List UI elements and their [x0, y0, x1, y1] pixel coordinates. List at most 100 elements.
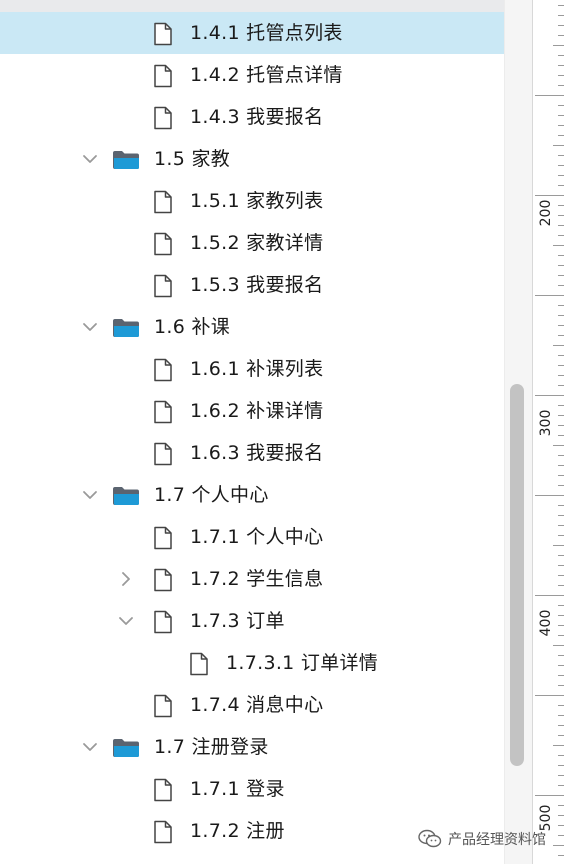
- tree-item-label: 1.6.1 补课列表: [190, 358, 324, 380]
- tree-item-label: 1.5.1 家教列表: [190, 190, 324, 212]
- folder-icon: [112, 318, 140, 338]
- tree-page-row[interactable]: 1.5.1 家教列表: [0, 180, 504, 222]
- tree-page-row[interactable]: 1.7.1 个人中心: [0, 516, 504, 558]
- tree-item-label: 1.6.3 我要报名: [190, 442, 324, 464]
- tree-page-row[interactable]: 1.6.1 补课列表: [0, 348, 504, 390]
- ruler-tick: [553, 245, 564, 246]
- tree-page-row[interactable]: 1.6.2 补课详情: [0, 390, 504, 432]
- page-icon: [153, 694, 173, 718]
- tree-item-label: 1.7.2 学生信息: [190, 568, 324, 590]
- page-icon: [153, 820, 173, 844]
- ruler-tick: [558, 55, 564, 56]
- ruler-tick: [558, 175, 564, 176]
- tree-item-label: 1.7 个人中心: [154, 484, 269, 506]
- ruler-tick: [558, 255, 564, 256]
- ruler-tick: [558, 355, 564, 356]
- tree-page-row[interactable]: 1.7.2 学生信息: [0, 558, 504, 600]
- page-icon: [153, 568, 173, 592]
- ruler-tick: [558, 715, 564, 716]
- folder-icon: [112, 486, 140, 506]
- page-tree-panel: 1.4.1 托管点列表 1.4.2 托管点详情 1.4.3 我要报名 1.5 家教 1.…: [0, 0, 504, 864]
- ruler-tick: [553, 545, 564, 546]
- tree-page-row[interactable]: 1.4.3 我要报名: [0, 96, 504, 138]
- ruler-tick: [558, 25, 564, 26]
- ruler-tick: [558, 235, 564, 236]
- ruler-label-300: 300: [538, 409, 554, 437]
- panel-top-edge: [0, 0, 504, 12]
- scrollbar-thumb[interactable]: [510, 384, 524, 766]
- tree-page-row[interactable]: 1.5.2 家教详情: [0, 222, 504, 264]
- ruler-tick: [558, 735, 564, 736]
- ruler-tick: [558, 265, 564, 266]
- tree-page-row[interactable]: 1.7.1 登录: [0, 768, 504, 810]
- ruler-tick: [558, 115, 564, 116]
- tree-item-label: 1.6.2 补课详情: [190, 400, 324, 422]
- page-icon: [153, 190, 173, 214]
- tree-item-label: 1.5 家教: [154, 148, 231, 170]
- tree-page-row[interactable]: 1.6.3 我要报名: [0, 432, 504, 474]
- tree-page-row[interactable]: 1.4.1 托管点列表: [0, 12, 504, 54]
- tree-item-label: 1.7 注册登录: [154, 736, 269, 758]
- ruler-tick: [558, 85, 564, 86]
- ruler-tick: [558, 385, 564, 386]
- tree-item-label: 1.7.4 消息中心: [190, 694, 324, 716]
- tree-folder-row[interactable]: 1.7 个人中心: [0, 474, 504, 516]
- wechat-icon: [418, 829, 442, 848]
- ruler-tick: [553, 845, 564, 846]
- tree-item-label: 1.5.3 我要报名: [190, 274, 324, 296]
- tree-item-label: 1.5.2 家教详情: [190, 232, 324, 254]
- folder-icon: [112, 738, 140, 758]
- ruler-tick: [558, 275, 564, 276]
- ruler-tick: [558, 775, 564, 776]
- tree-page-row[interactable]: 1.7.3.1 订单详情: [0, 642, 504, 684]
- ruler-tick: [558, 285, 564, 286]
- ruler-tick: [558, 755, 564, 756]
- watermark: 产品经理资料馆: [418, 826, 546, 852]
- ruler-tick: [558, 655, 564, 656]
- ruler-tick: [558, 585, 564, 586]
- tree-page-row[interactable]: 1.5.3 我要报名: [0, 264, 504, 306]
- ruler-tick: [558, 665, 564, 666]
- page-icon: [153, 64, 173, 88]
- chevron-down-icon[interactable]: [80, 737, 100, 757]
- ruler-label-400: 400: [538, 609, 554, 637]
- chevron-down-icon[interactable]: [80, 149, 100, 169]
- ruler-tick: [558, 65, 564, 66]
- ruler-tick: [535, 395, 564, 396]
- ruler-tick: [558, 185, 564, 186]
- tree-page-row[interactable]: 1.7.3 订单: [0, 600, 504, 642]
- tree-folder-row[interactable]: 1.5 家教: [0, 138, 504, 180]
- page-icon: [153, 106, 173, 130]
- ruler-tick: [558, 335, 564, 336]
- ruler-tick: [558, 475, 564, 476]
- ruler-tick: [558, 5, 564, 6]
- chevron-down-icon[interactable]: [80, 485, 100, 505]
- chevron-right-icon[interactable]: [116, 569, 136, 589]
- ruler-tick: [558, 675, 564, 676]
- tree-item-label: 1.7.3.1 订单详情: [226, 652, 379, 674]
- ruler-tick: [558, 135, 564, 136]
- page-icon: [153, 274, 173, 298]
- ruler-tick: [553, 745, 564, 746]
- ruler-tick: [558, 365, 564, 366]
- tree-item-label: 1.4.3 我要报名: [190, 106, 324, 128]
- ruler-tick: [558, 525, 564, 526]
- ruler-tick: [558, 565, 564, 566]
- ruler-tick: [558, 685, 564, 686]
- ruler-tick: [535, 495, 564, 496]
- tree-folder-row[interactable]: 1.6 补课: [0, 306, 504, 348]
- page-icon: [153, 358, 173, 382]
- page-icon: [153, 232, 173, 256]
- tree-page-row[interactable]: 1.4.2 托管点详情: [0, 54, 504, 96]
- chevron-down-icon[interactable]: [116, 611, 136, 631]
- ruler-tick: [558, 535, 564, 536]
- tree-folder-row[interactable]: 1.7 注册登录: [0, 726, 504, 768]
- chevron-down-icon[interactable]: [80, 317, 100, 337]
- ruler-tick: [553, 345, 564, 346]
- tree-page-row[interactable]: 1.7.4 消息中心: [0, 684, 504, 726]
- page-icon: [153, 442, 173, 466]
- ruler-tick: [535, 595, 564, 596]
- ruler-tick: [558, 375, 564, 376]
- ruler-tick: [535, 95, 564, 96]
- ruler-tick: [558, 15, 564, 16]
